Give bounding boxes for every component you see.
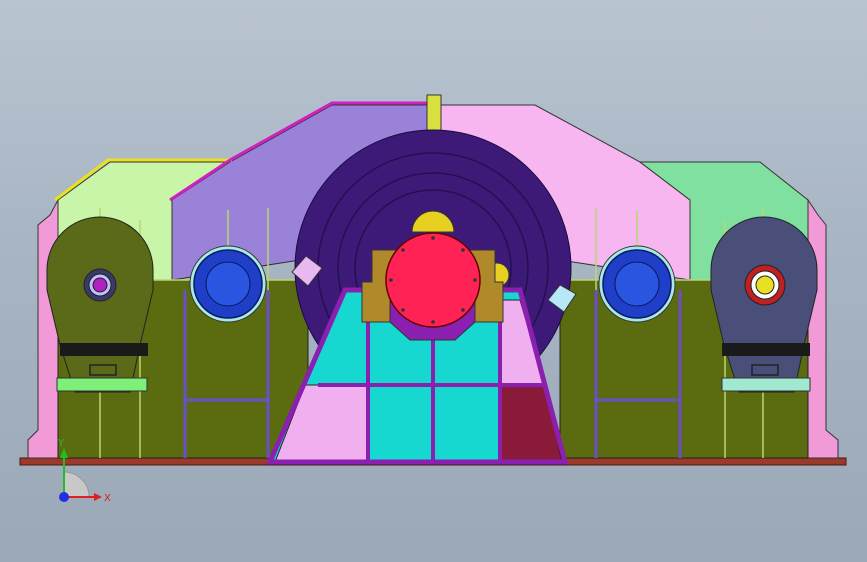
triad-x-arrow	[94, 493, 102, 501]
right-bearing-core	[755, 275, 775, 295]
triad-arc	[63, 471, 90, 498]
left-blue-bearing-inner	[205, 261, 251, 307]
left-bearing-core	[92, 277, 108, 293]
cad-viewport[interactable]: X Y	[0, 0, 867, 562]
triad-x-label: X	[104, 493, 111, 504]
right-bracket-strap-dark	[722, 343, 810, 356]
triad-origin	[59, 492, 69, 502]
left-bracket-strap-dark	[60, 343, 148, 356]
right-bracket-strap-green	[721, 377, 811, 392]
left-bracket-strap-green	[56, 377, 148, 392]
right-blue-bearing-inner	[614, 261, 660, 307]
hub-disc	[385, 232, 481, 328]
left-side-panel	[27, 199, 59, 459]
triad-y-label: Y	[57, 438, 65, 449]
right-side-panel	[807, 198, 839, 459]
